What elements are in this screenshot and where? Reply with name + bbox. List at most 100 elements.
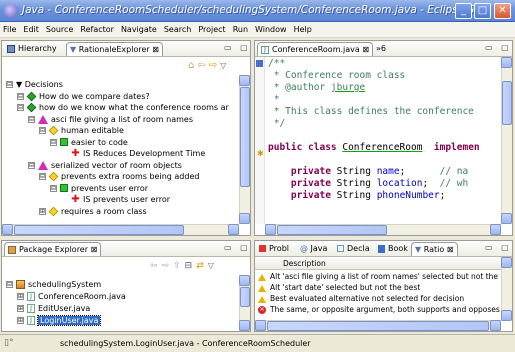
menu-search[interactable]: Search (161, 22, 195, 34)
scroll-up-button[interactable] (239, 275, 250, 286)
collapse-toggle-icon[interactable]: ⊟ (39, 127, 46, 134)
menu-edit[interactable]: Edit (20, 22, 43, 34)
collapse-toggle-icon[interactable]: ⊟ (28, 115, 35, 123)
collapse-toggle-icon[interactable]: ⊟ (50, 138, 57, 146)
tab-declaration[interactable]: Decla (334, 242, 373, 256)
column-header-description[interactable]: Description (255, 258, 501, 270)
tree-item[interactable]: ⊟ easier to code (50, 137, 128, 148)
tab-rationale-tasks[interactable]: ▼ Ratio ⊠ (411, 242, 458, 256)
back-icon[interactable]: ⇦ (150, 261, 162, 271)
minimize-maximize-icons[interactable]: ▭ ▢ (485, 243, 512, 252)
tab-rationale-explorer[interactable]: ▼ RationaleExplorer ⊠ (66, 42, 163, 56)
tree-item[interactable]: ⊟ serialized vector of room objects (28, 160, 182, 171)
menu-project[interactable]: Project (195, 22, 229, 34)
tab-conferenceroom-java[interactable]: J ConferenceRoom.java ⊠ (257, 42, 374, 56)
scroll-left-button[interactable] (2, 224, 13, 235)
collapse-toggle-icon[interactable]: ⊟ (17, 92, 24, 100)
scroll-down-button[interactable] (239, 320, 250, 331)
tree-item[interactable]: ⊞ J ConferenceRoom.java (17, 291, 126, 302)
scroll-down-button[interactable] (501, 213, 512, 224)
scroll-thumb[interactable] (14, 225, 184, 235)
scroll-left-button[interactable] (265, 224, 276, 235)
tree-item[interactable]: ⊞ J EditUser.java (17, 303, 90, 314)
explorer-horizontal-scrollbar[interactable] (2, 224, 239, 235)
editor-vertical-scrollbar[interactable] (501, 57, 512, 224)
maximize-button[interactable]: □ (474, 3, 491, 19)
scroll-thumb[interactable] (240, 87, 250, 187)
tasks-horizontal-scrollbar[interactable] (255, 320, 501, 331)
tree-item[interactable]: ✚ IS Reduces Development Time (61, 148, 205, 159)
menu-help[interactable]: Help (291, 22, 316, 34)
scroll-thumb[interactable] (240, 287, 250, 307)
tree-item[interactable]: ⊟ human editable (39, 125, 124, 136)
tree-item[interactable]: ⊟ prevents extra rooms being added (39, 171, 199, 182)
scroll-up-button[interactable] (501, 257, 512, 268)
close-tab-icon[interactable]: ⊠ (447, 245, 454, 254)
close-tab-icon[interactable]: ⊠ (152, 45, 159, 54)
scroll-left-button[interactable] (255, 320, 266, 331)
menu-navigate[interactable]: Navigate (118, 22, 161, 34)
collapse-toggle-icon[interactable]: ⊟ (28, 161, 35, 169)
fold-marker-icon[interactable] (256, 60, 263, 67)
menu-window[interactable]: Window (252, 22, 291, 34)
editor-horizontal-scrollbar[interactable] (265, 224, 501, 235)
tree-item[interactable]: ⊟ ▼ Decisions (6, 79, 63, 90)
problem-row[interactable]: Best evaluated alternative not selected … (255, 293, 501, 304)
tab-bookmarks[interactable]: Book (375, 242, 411, 256)
link-editor-icon[interactable]: ⇄ (196, 261, 208, 271)
minimize-maximize-icons[interactable]: ▭ ▢ (485, 43, 512, 52)
problem-row[interactable]: ✕ The same, or opposite argument, both su… (255, 304, 501, 315)
forward-icon[interactable]: ⇨ (209, 60, 220, 71)
tree-item[interactable]: ⊟ prevents user error (50, 183, 148, 194)
scroll-right-button[interactable] (228, 224, 239, 235)
scroll-thumb[interactable] (502, 81, 512, 125)
expand-toggle-icon[interactable]: ⊞ (17, 317, 24, 324)
explorer-vertical-scrollbar[interactable] (239, 75, 250, 224)
scroll-up-button[interactable] (501, 57, 512, 68)
minimize-maximize-icons[interactable]: ▭ ▢ (224, 243, 250, 252)
explorer-toolbar[interactable]: ⌂⇦⇨▽ (188, 60, 229, 71)
collapse-toggle-icon[interactable]: ⊟ (6, 81, 13, 88)
back-icon[interactable]: ⇦ (197, 60, 208, 71)
menu-source[interactable]: Source (43, 22, 77, 34)
forward-icon[interactable]: ⇨ (162, 261, 174, 271)
title-bar[interactable]: Java - ConferenceRoomScheduler/schedulin… (0, 0, 515, 22)
tab-hierarchy[interactable]: Hierarchy (4, 42, 60, 56)
menu-run[interactable]: Run (230, 22, 252, 34)
close-button[interactable]: ✕ (494, 3, 511, 19)
close-tab-icon[interactable]: ⊠ (91, 245, 98, 254)
scroll-right-button[interactable] (490, 224, 501, 235)
menu-dropdown-icon[interactable]: ▽ (220, 61, 229, 70)
package-vertical-scrollbar[interactable] (239, 275, 250, 331)
scroll-thumb[interactable] (267, 321, 489, 331)
expand-toggle-icon[interactable]: ⊞ (17, 305, 24, 312)
close-tab-icon[interactable]: ⊠ (362, 45, 369, 54)
tab-javadoc[interactable]: @ Java (297, 242, 330, 256)
collapse-all-icon[interactable]: ⊟ (185, 261, 197, 271)
scroll-thumb[interactable] (277, 225, 387, 235)
minimize-maximize-icons[interactable]: ▭ ▢ (224, 43, 250, 52)
tree-item[interactable]: ⊟ schedulingSystem (6, 279, 101, 290)
scroll-right-button[interactable] (490, 320, 501, 331)
tree-item[interactable]: ⊞ requires a room class (39, 206, 147, 217)
tree-item[interactable]: ⊟ How do we compare dates? (17, 91, 150, 102)
problem-row[interactable]: Alt 'start date' selected but not the be… (255, 282, 501, 293)
tree-item[interactable]: ⊟ asci file giving a list of room names (28, 114, 193, 125)
minimize-button[interactable]: _ (455, 3, 472, 19)
problem-row[interactable]: Alt 'asci file giving a list of room nam… (255, 271, 501, 282)
scroll-down-button[interactable] (239, 213, 250, 224)
more-tabs-button[interactable]: »6 (373, 42, 389, 56)
scroll-up-button[interactable] (239, 75, 250, 86)
tab-package-explorer[interactable]: Package Explorer ⊠ (4, 242, 102, 256)
code-editor[interactable]: /** * Conference room class * @author jb… (268, 58, 500, 224)
menu-dropdown-icon[interactable]: ▽ (208, 261, 218, 270)
collapse-toggle-icon[interactable]: ⊟ (6, 281, 13, 288)
collapse-toggle-icon[interactable]: ⊟ (39, 173, 46, 180)
tree-item[interactable]: ⊞ J LoginUser.java (17, 315, 102, 326)
home-icon[interactable]: ⌂ (188, 60, 197, 71)
expand-toggle-icon[interactable]: ⊞ (17, 293, 24, 300)
tab-problems[interactable]: Probl (256, 242, 292, 256)
menu-file[interactable]: File (0, 22, 20, 34)
tree-item[interactable]: ⊟ how do we know what the conference room… (17, 102, 229, 113)
collapse-toggle-icon[interactable]: ⊟ (17, 104, 24, 111)
